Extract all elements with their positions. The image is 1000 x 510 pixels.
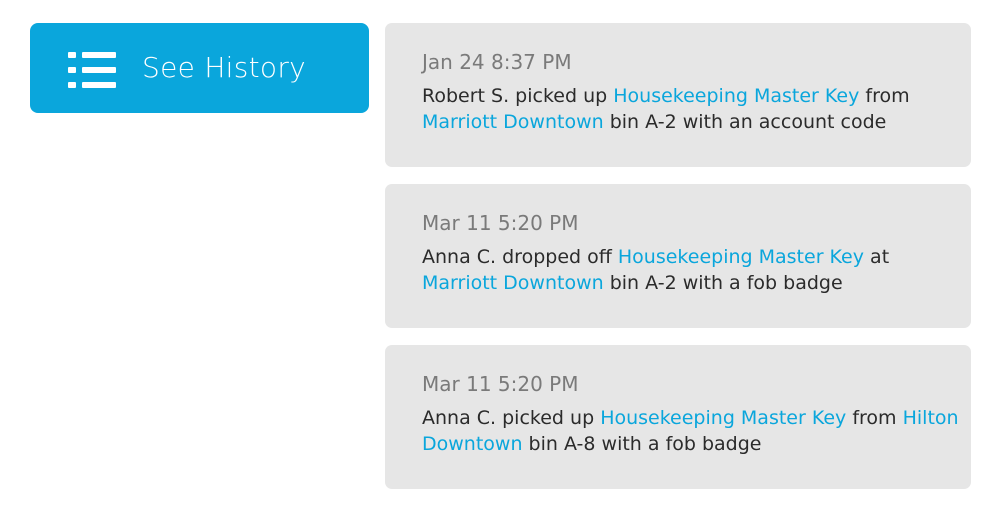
- see-history-label: See History: [142, 51, 307, 84]
- event-item-link[interactable]: Housekeeping Master Key: [613, 85, 859, 107]
- event-description: Anna C. picked up Housekeeping Master Ke…: [422, 405, 962, 457]
- event-person: Robert S.: [422, 85, 510, 107]
- event-person: Anna C.: [422, 407, 497, 429]
- event-item-link[interactable]: Housekeeping Master Key: [600, 407, 846, 429]
- list-icon: [68, 52, 116, 88]
- event-location-link[interactable]: Marriott Downtown: [422, 272, 604, 294]
- history-event-card: Mar 11 5:20 PM Anna C. picked up Houseke…: [385, 345, 971, 489]
- event-action: dropped off: [502, 246, 612, 268]
- event-preposition: from: [865, 85, 910, 107]
- event-description: Robert S. picked up Housekeeping Master …: [422, 83, 962, 135]
- event-preposition: from: [852, 407, 897, 429]
- event-person: Anna C.: [422, 246, 497, 268]
- event-action: picked up: [515, 85, 608, 107]
- event-timestamp: Mar 11 5:20 PM: [422, 372, 579, 396]
- event-item-link[interactable]: Housekeeping Master Key: [618, 246, 864, 268]
- event-action: picked up: [502, 407, 595, 429]
- event-preposition: at: [870, 246, 890, 268]
- event-detail: bin A-2 with a fob badge: [609, 272, 843, 294]
- history-event-card: Jan 24 8:37 PM Robert S. picked up House…: [385, 23, 971, 167]
- event-detail: bin A-8 with a fob badge: [528, 433, 762, 455]
- event-timestamp: Jan 24 8:37 PM: [422, 50, 572, 74]
- history-page: See History Jan 24 8:37 PM Robert S. pic…: [0, 0, 1000, 510]
- history-event-list: Jan 24 8:37 PM Robert S. picked up House…: [385, 23, 971, 506]
- see-history-button[interactable]: See History: [30, 23, 369, 113]
- event-timestamp: Mar 11 5:20 PM: [422, 211, 579, 235]
- event-description: Anna C. dropped off Housekeeping Master …: [422, 244, 962, 296]
- event-detail: bin A-2 with an account code: [609, 111, 887, 133]
- history-event-card: Mar 11 5:20 PM Anna C. dropped off House…: [385, 184, 971, 328]
- event-location-link[interactable]: Marriott Downtown: [422, 111, 604, 133]
